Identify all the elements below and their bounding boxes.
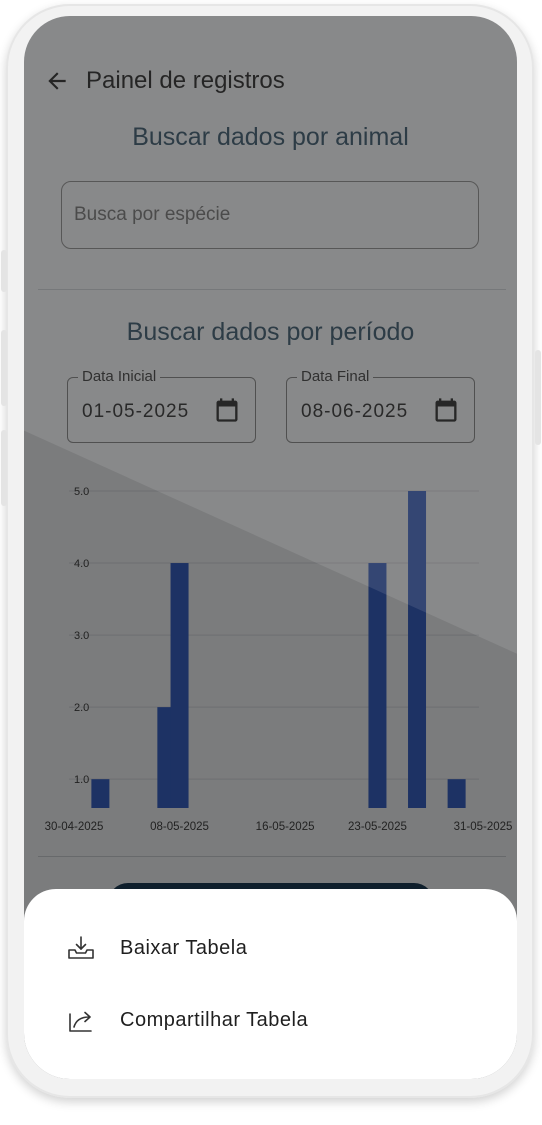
phone-side-button	[535, 350, 541, 445]
records-bar-chart: 1.0 2.0 3.0 4.0 5.0 30-04-2025 08-05-2025 16-05…	[45, 486, 513, 833]
end-date-value: 08-06-2025	[301, 401, 409, 422]
x-tick-label: 30-04-2025	[45, 821, 104, 833]
section-divider	[38, 856, 506, 857]
bar	[447, 779, 466, 808]
bar	[408, 491, 427, 808]
y-tick-label: 2.0	[74, 702, 89, 714]
end-date-field[interactable]: Data Final 08-06-2025	[286, 368, 475, 443]
phone-screen: Painel de registros Buscar dados por ani…	[24, 16, 517, 1079]
phone-side-button	[1, 250, 7, 292]
calendar-icon[interactable]	[432, 396, 460, 424]
start-date-value: 01-05-2025	[82, 401, 190, 422]
start-date-label: Data Inicial	[78, 368, 161, 385]
y-tick-label: 4.0	[74, 558, 89, 570]
species-search-input[interactable]	[61, 181, 479, 249]
download-table-item[interactable]: Baixar Tabela	[64, 931, 247, 965]
share-icon	[64, 1003, 98, 1037]
phone-side-button	[1, 330, 7, 406]
section-divider	[38, 289, 506, 290]
bar	[91, 779, 110, 808]
download-table-label: Baixar Tabela	[120, 936, 248, 959]
period-search-title: Buscar dados por período	[126, 318, 415, 346]
x-tick-label: 08-05-2025	[150, 821, 209, 833]
x-tick-label: 23-05-2025	[348, 821, 407, 833]
phone-side-button	[1, 430, 7, 506]
y-tick-label: 5.0	[74, 486, 89, 498]
back-arrow-icon[interactable]	[42, 66, 72, 96]
download-tray-icon	[64, 931, 98, 965]
start-date-field[interactable]: Data Inicial 01-05-2025	[67, 368, 256, 443]
calendar-icon[interactable]	[213, 396, 241, 424]
page-title: Painel de registros	[86, 67, 285, 94]
share-table-label: Compartilhar Tabela	[120, 1008, 309, 1031]
bar	[170, 563, 189, 808]
share-table-item[interactable]: Compartilhar Tabela	[64, 1003, 308, 1037]
x-tick-label: 31-05-2025	[454, 821, 513, 833]
app-header: Painel de registros	[42, 66, 285, 96]
bar	[368, 563, 387, 808]
animal-search-title: Buscar dados por animal	[132, 123, 409, 151]
end-date-label: Data Final	[297, 368, 374, 385]
y-tick-label: 1.0	[74, 774, 89, 786]
x-tick-label: 16-05-2025	[256, 821, 315, 833]
y-tick-label: 3.0	[74, 630, 89, 642]
bottom-sheet: Baixar Tabela Compartilhar Tabela	[24, 889, 517, 1079]
